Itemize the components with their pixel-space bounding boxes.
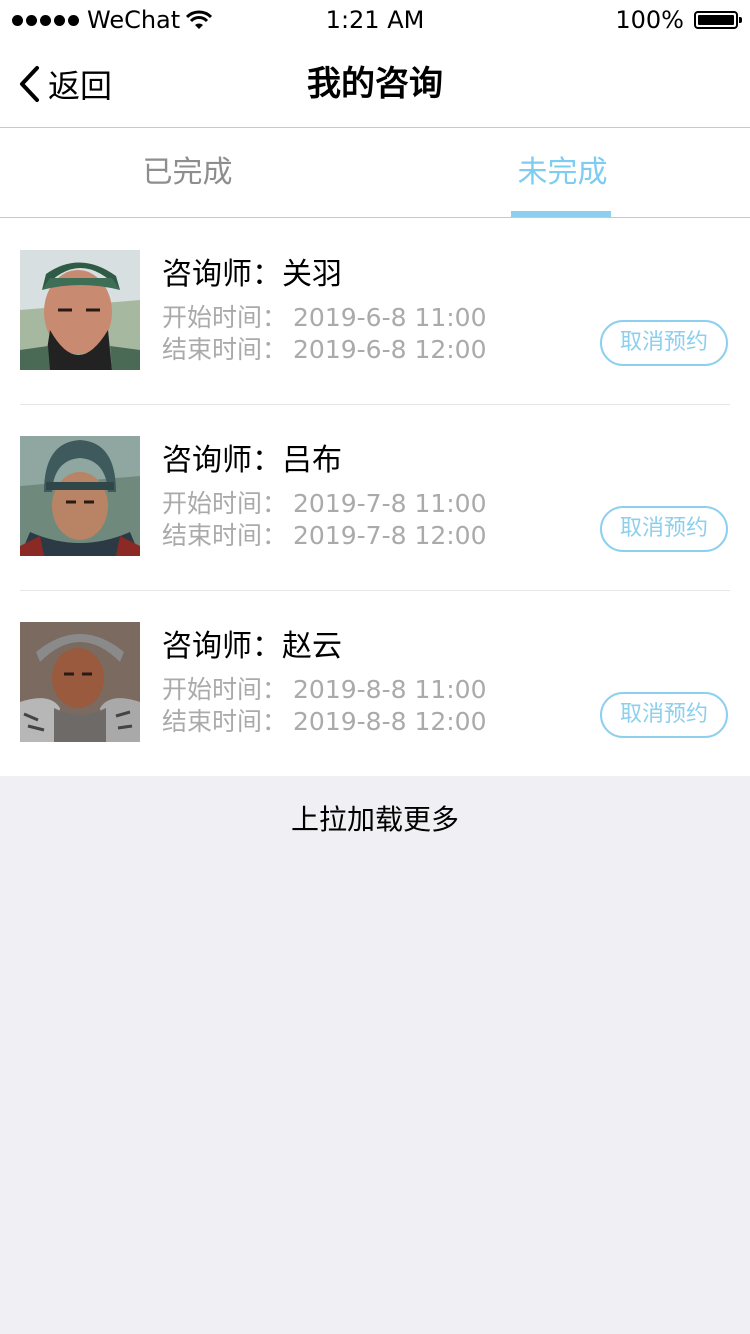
consultant-value: 关羽 [282, 257, 342, 292]
end-time-value: 2019-6-8 12:00 [293, 335, 487, 364]
start-time-label: 开始时间： [162, 303, 288, 332]
tab-uncompleted[interactable]: 未完成 [375, 128, 750, 217]
consultant-value: 赵云 [282, 629, 342, 664]
start-time: 开始时间： 2019-8-8 11:00 [162, 674, 487, 706]
consultant-name: 咨询师：关羽 [162, 256, 342, 294]
end-time-label: 结束时间： [162, 335, 288, 364]
list-item: 咨询师：赵云 开始时间： 2019-8-8 11:00 结束时间： 2019-8-8… [0, 590, 750, 776]
consultant-name: 咨询师：吕布 [162, 442, 342, 480]
tab-label: 未完成 [517, 155, 608, 190]
start-time-value: 2019-6-8 11:00 [293, 303, 487, 332]
status-right: 100% [615, 6, 742, 34]
start-time: 开始时间： 2019-7-8 11:00 [162, 488, 487, 520]
start-time: 开始时间： 2019-6-8 11:00 [162, 302, 487, 334]
cancel-appointment-button[interactable]: 取消预约 [600, 320, 728, 366]
end-time-label: 结束时间： [162, 521, 288, 550]
start-time-label: 开始时间： [162, 489, 288, 518]
navigation-bar: 我的咨询 返回 [0, 40, 750, 128]
end-time-value: 2019-7-8 12:00 [293, 521, 487, 550]
avatar [20, 622, 140, 742]
end-time-label: 结束时间： [162, 707, 288, 736]
tab-label: 已完成 [142, 155, 233, 190]
consultation-list: 咨询师：关羽 开始时间： 2019-6-8 11:00 结束时间： 2019-6-8… [0, 218, 750, 776]
consultant-name: 咨询师：赵云 [162, 628, 342, 666]
consultant-value: 吕布 [282, 443, 342, 478]
back-label: 返回 [48, 67, 113, 105]
status-bar: WeChat 1:21 AM 100% [0, 0, 750, 40]
end-time: 结束时间： 2019-6-8 12:00 [162, 334, 487, 366]
list-item: 咨询师：吕布 开始时间： 2019-7-8 11:00 结束时间： 2019-7-8… [0, 404, 750, 590]
start-time-value: 2019-8-8 11:00 [293, 675, 487, 704]
start-time-value: 2019-7-8 11:00 [293, 489, 487, 518]
consultant-label: 咨询师： [162, 629, 282, 664]
avatar [20, 436, 140, 556]
battery-icon [694, 11, 742, 29]
page-title: 我的咨询 [307, 64, 443, 104]
end-time: 结束时间： 2019-8-8 12:00 [162, 706, 487, 738]
active-tab-indicator [511, 211, 611, 217]
consultant-label: 咨询师： [162, 257, 282, 292]
tab-completed[interactable]: 已完成 [0, 128, 375, 217]
list-item: 咨询师：关羽 开始时间： 2019-6-8 11:00 结束时间： 2019-6-8… [0, 218, 750, 404]
tab-bar: 已完成 未完成 [0, 128, 750, 218]
end-time-value: 2019-8-8 12:00 [293, 707, 487, 736]
load-more-hint: 上拉加载更多 [290, 803, 459, 836]
cancel-appointment-button[interactable]: 取消预约 [600, 692, 728, 738]
consultant-label: 咨询师： [162, 443, 282, 478]
battery-percent: 100% [615, 6, 684, 34]
start-time-label: 开始时间： [162, 675, 288, 704]
back-button[interactable]: 返回 [18, 40, 112, 128]
end-time: 结束时间： 2019-7-8 12:00 [162, 520, 487, 552]
chevron-left-icon [20, 66, 39, 102]
cancel-appointment-button[interactable]: 取消预约 [600, 506, 728, 552]
avatar [20, 250, 140, 370]
